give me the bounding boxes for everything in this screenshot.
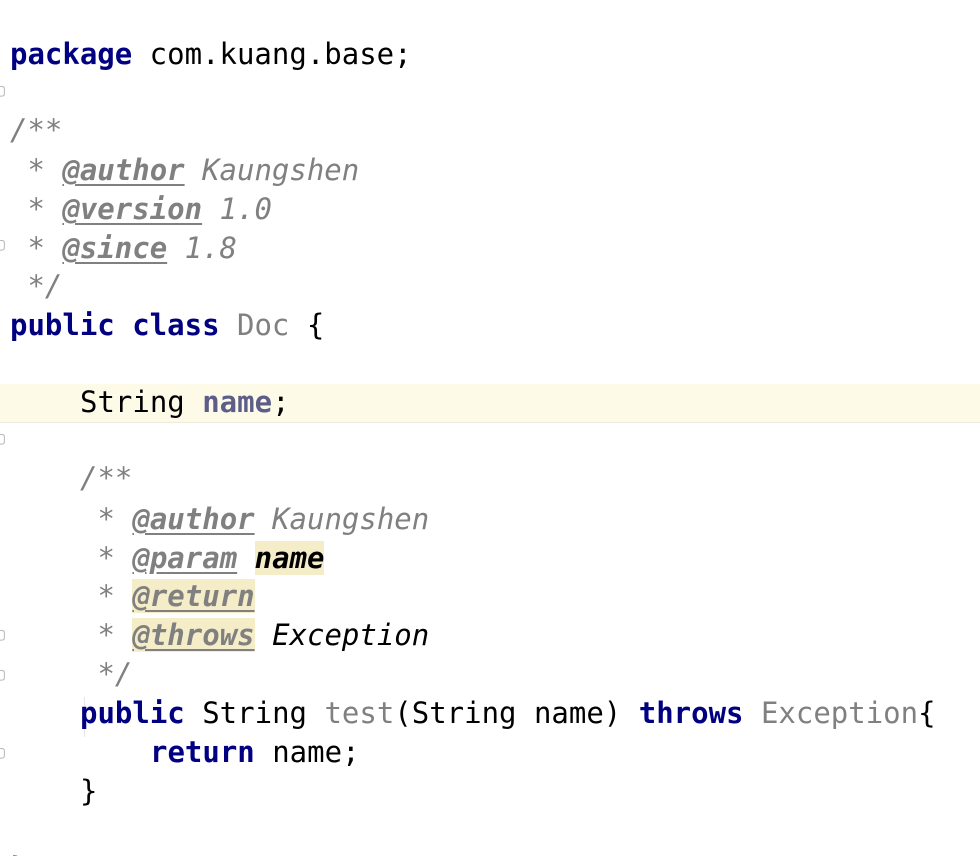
code-line-field[interactable]: String name; [0, 344, 980, 419]
code-line-doc-close[interactable]: */ [0, 228, 980, 303]
code-line-method-decl[interactable]: public String test(String name) throws E… [0, 655, 980, 730]
method-close-brace: } [80, 774, 98, 808]
code-line-method-doc-close[interactable]: */ [0, 616, 980, 691]
code-line-doc-version[interactable]: * @version 1.0 [0, 151, 980, 226]
code-line-package[interactable]: package com.kuang.base; [0, 0, 980, 71]
code-line-method-doc-throws[interactable]: * @throws Exception [0, 577, 980, 652]
code-line-class-decl[interactable]: public class Doc { [0, 267, 980, 342]
code-line-method-doc-param[interactable]: * @param name [0, 500, 980, 575]
code-line-class-close[interactable]: } [0, 810, 980, 856]
code-line-return[interactable]: return name; [0, 694, 980, 769]
field-type: String [80, 385, 185, 419]
code-line-doc-open[interactable]: /** [0, 72, 980, 147]
code-line-method-doc-open[interactable]: /** [0, 420, 980, 495]
class-name: Doc [219, 308, 290, 342]
class-close-brace: } [10, 849, 27, 856]
class-open-brace: { [289, 308, 325, 342]
package-name: com.kuang.base; [132, 37, 412, 71]
code-line-method-doc-author[interactable]: * @author Kaungshen [0, 461, 980, 536]
keyword-public: public [10, 308, 115, 342]
code-line-doc-author[interactable]: * @author Kaungshen [0, 112, 980, 187]
field-name: name [184, 385, 273, 419]
code-line-method-doc-return[interactable]: * @return [0, 538, 980, 613]
keyword-class: class [114, 308, 220, 342]
code-editor[interactable]: ▢ ▢ ▢ ▢ ▢ ▢ package com.kuang.base; /** … [0, 0, 980, 856]
field-semicolon: ; [272, 385, 290, 419]
code-line-doc-since[interactable]: * @since 1.8 [0, 190, 980, 265]
code-line-method-close[interactable]: } [0, 733, 980, 808]
keyword-package: package [10, 37, 133, 71]
